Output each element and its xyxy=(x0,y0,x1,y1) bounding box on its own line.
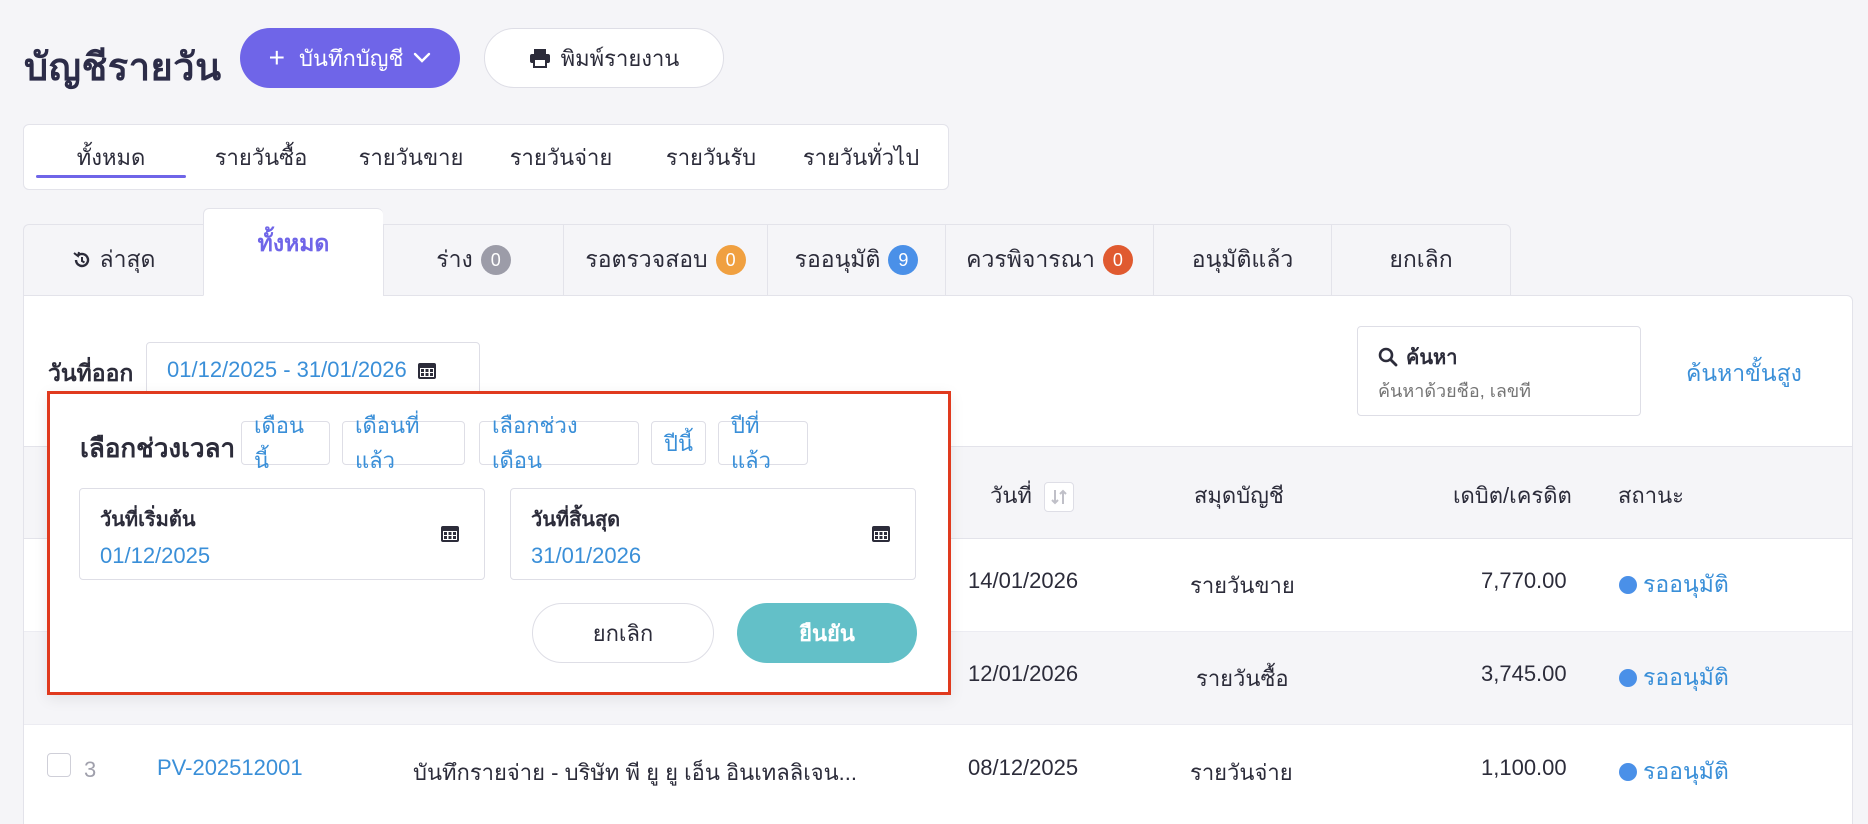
page-title: บัญชีรายวัน xyxy=(24,47,222,89)
status-tab-latest-label: ล่าสุด xyxy=(99,246,156,272)
status-tab-consider[interactable]: ควรพิจารณา 0 xyxy=(945,224,1153,296)
row-date: 14/01/2026 xyxy=(968,568,1079,593)
popup-title: เลือกช่วงเวลา xyxy=(80,433,236,463)
status-tab-pending-approval[interactable]: รออนุมัติ 9 xyxy=(767,224,945,296)
row-status: รออนุมัติ xyxy=(1619,754,1729,790)
row-status-label: รออนุมัติ xyxy=(1643,571,1729,597)
column-header-date[interactable]: วันที่ xyxy=(990,478,1075,513)
status-dot-icon xyxy=(1619,763,1637,781)
row-status-label: รออนุมัติ xyxy=(1643,758,1729,784)
row-book: รายวันขาย xyxy=(1190,573,1295,598)
end-date-label: วันที่สิ้นสุด xyxy=(531,509,621,531)
preset-choose-months[interactable]: เลือกช่วงเดือน xyxy=(479,413,639,473)
preset-last-year[interactable]: ปีที่แล้ว xyxy=(718,413,808,473)
start-date-label: วันที่เริ่มต้น xyxy=(100,509,196,531)
preset-this-month[interactable]: เดือนนี้ xyxy=(241,413,330,473)
type-tab-all[interactable]: ทั้งหมด xyxy=(36,124,186,190)
date-range-field[interactable]: 01/12/2025 - 31/01/2026 xyxy=(146,342,480,398)
status-tab-latest[interactable]: ล่าสุด xyxy=(23,224,203,296)
type-tab-payment[interactable]: รายวันจ่าย xyxy=(486,124,636,190)
row-status-label: รออนุมัติ xyxy=(1643,664,1729,690)
status-tab-pending-review-label: รอตรวจสอบ xyxy=(585,246,708,272)
preset-last-month[interactable]: เดือนที่แล้ว xyxy=(342,413,465,473)
status-dot-icon xyxy=(1619,669,1637,687)
calendar-icon xyxy=(872,526,890,542)
column-header-book: สมุดบัญชี xyxy=(1194,483,1284,508)
chevron-down-icon xyxy=(414,52,431,63)
status-tab-cancelled[interactable]: ยกเลิก xyxy=(1331,224,1511,296)
issue-date-label: วันที่ออก xyxy=(48,360,134,386)
pending-review-count-badge: 0 xyxy=(715,245,746,275)
status-tab-approved[interactable]: อนุมัติแล้ว xyxy=(1153,224,1331,296)
row-index: 3 xyxy=(84,757,97,782)
preset-this-year[interactable]: ปีนี้ xyxy=(651,421,706,465)
row-date: 08/12/2025 xyxy=(968,755,1079,780)
status-tab-draft-label: ร่าง xyxy=(436,246,473,272)
type-tab-purchase[interactable]: รายวันซื้อ xyxy=(186,124,336,190)
search-title: ค้นหา xyxy=(1406,347,1458,369)
pending-approval-count-badge: 9 xyxy=(888,245,919,275)
row-checkbox[interactable] xyxy=(47,753,71,777)
row-date: 12/01/2026 xyxy=(968,661,1079,686)
row-book: รายวันจ่าย xyxy=(1190,760,1293,785)
journal-type-tabs: ทั้งหมด รายวันซื้อ รายวันขาย รายวันจ่าย … xyxy=(23,124,949,190)
status-tab-pending-review[interactable]: รอตรวจสอบ 0 xyxy=(563,224,767,296)
sort-icon[interactable] xyxy=(1044,482,1075,513)
status-tab-cancelled-label: ยกเลิก xyxy=(1389,246,1453,272)
date-range-value: 01/12/2025 - 31/01/2026 xyxy=(167,357,407,382)
status-tab-pending-approval-label: รออนุมัติ xyxy=(794,246,881,272)
consider-count-badge: 0 xyxy=(1102,245,1133,275)
search-box[interactable]: ค้นหา xyxy=(1357,326,1641,416)
status-tabs: ล่าสุด ทั้งหมด ร่าง 0 รอตรวจสอบ 0 รออนุม… xyxy=(23,208,1511,296)
column-header-amount: เดบิต/เครดิต xyxy=(1453,483,1572,508)
history-icon xyxy=(72,251,89,268)
column-header-date-label: วันที่ xyxy=(990,483,1032,508)
printer-icon xyxy=(529,49,550,68)
start-date-value: 01/12/2025 xyxy=(100,543,211,568)
row-amount: 7,770.00 xyxy=(1481,568,1567,593)
status-tab-consider-label: ควรพิจารณา xyxy=(966,246,1095,272)
status-tab-all-label: ทั้งหมด xyxy=(257,230,330,256)
start-date-field[interactable]: วันที่เริ่มต้น 01/12/2025 xyxy=(79,488,485,580)
end-date-field[interactable]: วันที่สิ้นสุด 31/01/2026 xyxy=(510,488,916,580)
column-header-status: สถานะ xyxy=(1618,483,1684,508)
status-tab-draft[interactable]: ร่าง 0 xyxy=(383,224,563,296)
end-date-value: 31/01/2026 xyxy=(531,543,642,568)
row-doc-number-link[interactable]: PV-202512001 xyxy=(157,755,303,781)
row-status: รออนุมัติ xyxy=(1619,660,1729,696)
search-icon xyxy=(1378,347,1398,367)
advanced-search-link[interactable]: ค้นหาขั้นสูง xyxy=(1686,356,1802,392)
type-tab-general[interactable]: รายวันทั่วไป xyxy=(786,124,936,190)
row-description: บันทึกรายจ่าย - บริษัท พี ยู ยู เอ็น อิน… xyxy=(413,760,857,785)
status-dot-icon xyxy=(1619,576,1637,594)
plus-icon: + xyxy=(268,42,285,73)
calendar-icon xyxy=(417,363,436,379)
type-tab-receipt[interactable]: รายวันรับ xyxy=(636,124,786,190)
print-report-button[interactable]: พิมพ์รายงาน xyxy=(484,28,724,88)
row-amount: 1,100.00 xyxy=(1481,755,1567,780)
print-report-label: พิมพ์รายงาน xyxy=(560,45,680,71)
draft-count-badge: 0 xyxy=(480,245,511,275)
record-entry-label: บันทึกบัญชี xyxy=(298,45,404,71)
row-book: รายวันซื้อ xyxy=(1196,666,1289,691)
status-tab-all[interactable]: ทั้งหมด xyxy=(203,208,383,296)
record-entry-button[interactable]: + บันทึกบัญชี xyxy=(240,28,460,88)
row-amount: 3,745.00 xyxy=(1481,661,1567,686)
search-input[interactable] xyxy=(1378,381,1620,402)
status-tab-approved-label: อนุมัติแล้ว xyxy=(1191,246,1294,272)
popup-cancel-button[interactable]: ยกเลิก xyxy=(532,603,714,663)
type-tab-sales[interactable]: รายวันขาย xyxy=(336,124,486,190)
row-status: รออนุมัติ xyxy=(1619,567,1729,603)
popup-confirm-button[interactable]: ยืนยัน xyxy=(737,603,917,663)
calendar-icon xyxy=(441,526,459,542)
